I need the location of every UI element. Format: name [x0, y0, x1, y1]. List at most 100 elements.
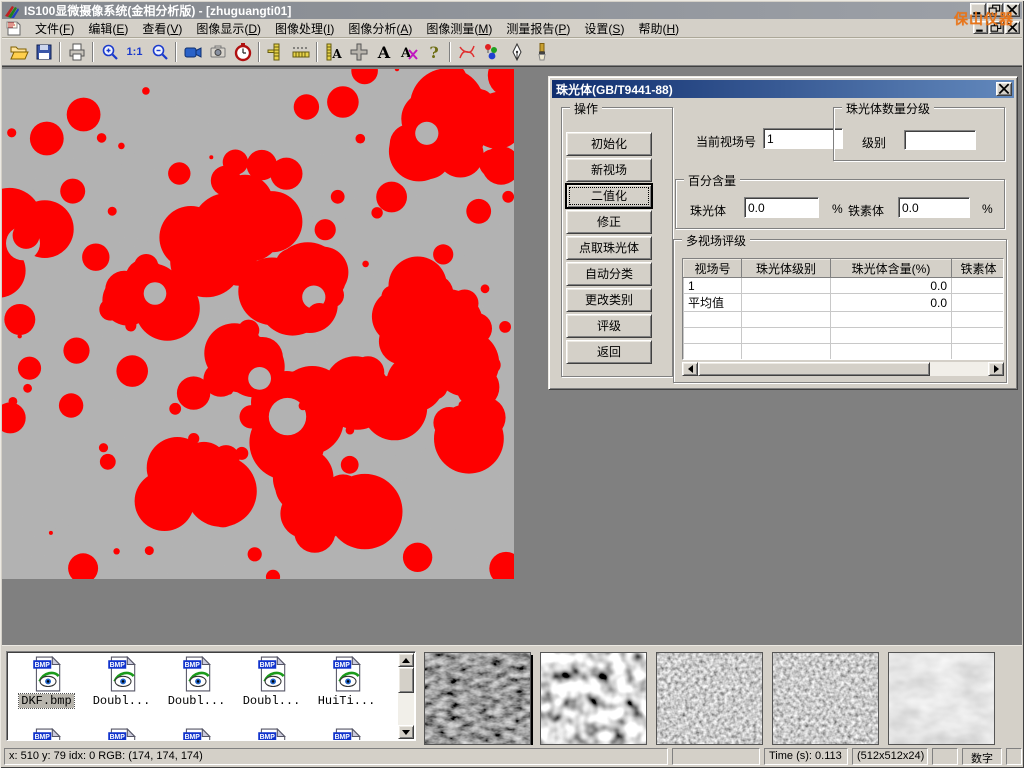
bmp-file-icon: BMP: [30, 728, 64, 741]
pearlite-percent-input[interactable]: [744, 197, 819, 218]
save-button[interactable]: [31, 40, 56, 64]
ruler-button[interactable]: [288, 40, 313, 64]
menu-file[interactable]: 文件(F): [28, 18, 81, 39]
video-camera-icon: [183, 42, 203, 62]
ferrite-percent-sign: %: [982, 202, 993, 216]
pick-pearlite-button[interactable]: 点取珠光体: [566, 236, 652, 260]
scrollbar-thumb[interactable]: [698, 362, 930, 376]
rate-button[interactable]: 评级: [566, 314, 652, 338]
file-item[interactable]: BMPDoubl...: [159, 656, 234, 708]
restore-button[interactable]: [987, 3, 1003, 17]
application-window: IS100显微摄像系统(金相分析版) - [zhuguangti01] 保山仪器…: [0, 0, 1024, 768]
mdi-minimize-button[interactable]: [973, 21, 988, 34]
photo-camera-button[interactable]: [205, 40, 230, 64]
menu-view[interactable]: 查看(V): [135, 18, 189, 39]
document-icon[interactable]: [6, 21, 22, 36]
sample-thumbnail[interactable]: [424, 652, 531, 745]
file-browser-scrollbar[interactable]: [398, 653, 414, 739]
file-item[interactable]: BMP: [84, 728, 159, 741]
help-button[interactable]: ?: [421, 40, 446, 64]
menu-image-processing[interactable]: 图像处理(I): [268, 18, 341, 39]
file-item[interactable]: BMPHuiTi...: [309, 656, 384, 708]
menu-image-analysis[interactable]: 图像分析(A): [341, 18, 419, 39]
actual-size-button[interactable]: 1:1: [122, 40, 147, 64]
sample-thumbnail[interactable]: [888, 652, 995, 745]
caliper-button[interactable]: [263, 40, 288, 64]
file-item[interactable]: BMP: [159, 728, 234, 741]
current-field-input[interactable]: [763, 128, 843, 149]
file-item[interactable]: BMP: [234, 728, 309, 741]
scroll-right-button[interactable]: [988, 362, 1004, 376]
measure-text-button[interactable]: A: [321, 40, 346, 64]
svg-text:BMP: BMP: [184, 734, 200, 741]
zoom-out-button[interactable]: [147, 40, 172, 64]
menu-settings[interactable]: 设置(S): [577, 18, 631, 39]
mdi-restore-button[interactable]: [989, 21, 1004, 34]
sample-thumbnail[interactable]: [540, 652, 647, 745]
file-item[interactable]: BMPDKF.bmp: [9, 656, 84, 708]
svg-text:A: A: [376, 43, 390, 62]
sample-thumbnail[interactable]: [772, 652, 879, 745]
file-item[interactable]: BMP: [9, 728, 84, 741]
status-empty-1: [672, 748, 760, 765]
curve-tool-button[interactable]: [454, 40, 479, 64]
bmp-file-icon: BMP: [180, 656, 214, 692]
menu-image-measure[interactable]: 图像测量(M): [419, 18, 499, 39]
new-field-button[interactable]: 新视场: [566, 158, 652, 182]
dialog-title-bar[interactable]: 珠光体(GB/T9441-88): [552, 80, 1014, 98]
file-item[interactable]: BMP: [309, 728, 384, 741]
close-button[interactable]: [1004, 3, 1020, 17]
brush-tool-button[interactable]: [529, 40, 554, 64]
file-item[interactable]: BMPDoubl...: [84, 656, 159, 708]
menu-image-display[interactable]: 图像显示(D): [189, 18, 268, 39]
change-class-button[interactable]: 更改类别: [566, 288, 652, 312]
video-camera-button[interactable]: [180, 40, 205, 64]
print-button[interactable]: [64, 40, 89, 64]
save-icon: [34, 42, 54, 62]
ferrite-percent-input[interactable]: [898, 197, 970, 218]
bmp-file-icon: BMP: [105, 656, 139, 692]
table-row[interactable]: 1 0.0: [684, 278, 1005, 294]
table-row[interactable]: 平均值 0.0: [684, 294, 1005, 312]
rating-table[interactable]: 视场号 珠光体级别 珠光体含量(%) 铁素体 1 0.0 平均值 0.0: [682, 258, 1004, 360]
text-icon: A: [374, 42, 394, 62]
percent-group: 百分含量 珠光体 % 铁素体 %: [675, 179, 1005, 229]
count-points-icon: [482, 42, 502, 62]
return-button[interactable]: 返回: [566, 340, 652, 364]
dialog-close-button[interactable]: [996, 82, 1012, 96]
zoom-in-icon: [100, 42, 120, 62]
menu-help[interactable]: 帮助(H): [631, 18, 686, 39]
count-points-button[interactable]: [479, 40, 504, 64]
correct-button[interactable]: 修正: [566, 210, 652, 234]
move-button[interactable]: [346, 40, 371, 64]
binarize-button[interactable]: 二值化: [566, 184, 652, 208]
auto-classify-button[interactable]: 自动分类: [566, 262, 652, 286]
current-field-label: 当前视场号: [696, 133, 756, 150]
table-horizontal-scrollbar[interactable]: [682, 362, 1004, 376]
status-bar: x: 510 y: 79 idx: 0 RGB: (174, 174, 174)…: [2, 745, 1022, 766]
ruler-icon: [291, 42, 311, 62]
col-ferrite: 铁素体: [952, 260, 1005, 278]
col-field-no: 视场号: [684, 260, 742, 278]
file-item[interactable]: BMPDoubl...: [234, 656, 309, 708]
menu-report[interactable]: 测量报告(P): [499, 18, 577, 39]
level-input[interactable]: [904, 130, 976, 150]
open-file-button[interactable]: [6, 40, 31, 64]
mdi-close-button[interactable]: [1005, 21, 1020, 34]
scroll-down-button[interactable]: [398, 725, 414, 739]
timer-button[interactable]: [230, 40, 255, 64]
svg-text:BMP: BMP: [34, 734, 50, 741]
menu-edit[interactable]: 编辑(E): [81, 18, 135, 39]
scroll-up-button[interactable]: [398, 653, 414, 667]
scroll-left-button[interactable]: [682, 362, 698, 376]
pen-tool-button[interactable]: [504, 40, 529, 64]
minimize-button[interactable]: [970, 3, 986, 17]
open-folder-icon: [9, 42, 29, 62]
text-annotate-button[interactable]: A: [371, 40, 396, 64]
scrollbar-thumb[interactable]: [398, 667, 414, 693]
init-button[interactable]: 初始化: [566, 132, 652, 156]
text-delete-button[interactable]: A: [396, 40, 421, 64]
zoom-in-button[interactable]: [97, 40, 122, 64]
metallograph-image[interactable]: [2, 69, 514, 579]
sample-thumbnail[interactable]: [656, 652, 763, 745]
